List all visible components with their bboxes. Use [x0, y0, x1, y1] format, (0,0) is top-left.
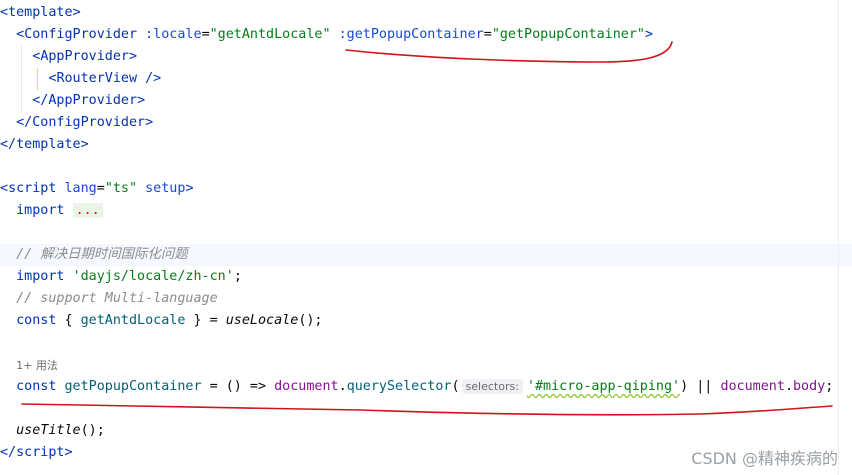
- red-underline-const: [21, 403, 833, 416]
- code-editor[interactable]: <template> <ConfigProvider :locale="getA…: [0, 0, 852, 475]
- watermark: CSDN @精神疾病的: [691, 449, 838, 468]
- annotation-layer: [21, 41, 833, 416]
- red-underline-attribute: [345, 41, 673, 63]
